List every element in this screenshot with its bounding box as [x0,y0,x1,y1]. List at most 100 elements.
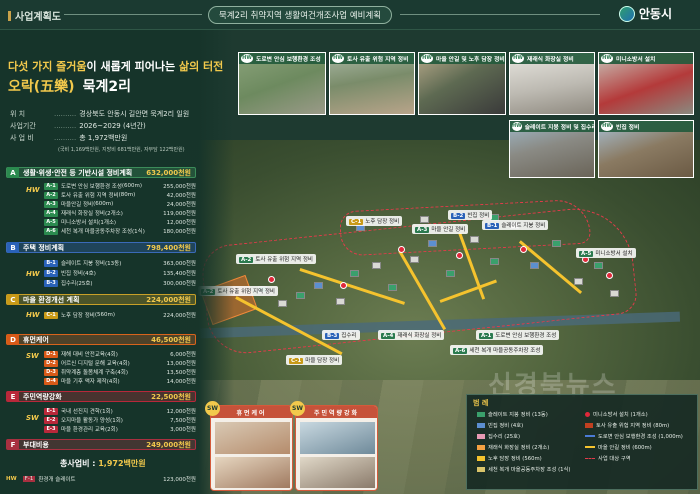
item-a4: A-4 재래식 화장실 정비 (2개소) 119,000천원 [44,209,196,217]
photo-slate-roof: HW 슬레이트 지붕 정비 및 집수리 [509,120,595,178]
legend-item: 미니소방서 설치 (1개소) [585,410,648,418]
category-f: F 부대비용 249,000천원 [6,439,196,450]
map-label-a5: A-5 미니소방서 설치 [576,248,636,258]
house [410,256,419,263]
item-d3: D-3 취약계층 돌봄체계 구축 (4회) 13,500천원 [44,368,196,376]
hw-tag: HW [26,186,40,194]
legend-item: 노후 담장 정비 (560m) [477,454,542,462]
house-vacant [314,282,323,289]
info-location: 위 치.......... 경상북도 안동시 길안면 묵계2리 일원 [10,110,190,118]
category-d: D 휴먼케어 46,500천원 [6,334,196,345]
item-d4: D-4 마을 기후 액자 제작 (4회) 14,000천원 [44,377,196,385]
item-b2: B-2 빈집 정비 (4호) 135,400천원 [44,269,196,277]
fire-station-pin [398,246,405,253]
legend-item: 토사 유출 위험 지역 정비 (80m) [585,421,669,429]
sw-tag: SW [26,414,39,422]
headline-village: 오락(五樂) 묵계2리 [8,79,131,95]
legend-swatch [585,411,590,417]
map-label-a1: A-1 도로변 안심 보행환경 조성 [476,330,560,340]
legend-item: 재래식 화장실 정비 (2개소) [477,443,549,451]
item-a6: A-6 세천 복개 마을공동주차장 조성 (1식) 180,000천원 [44,227,196,235]
legend-swatch [585,446,595,448]
legend-swatch [477,433,485,439]
map-label-b2: B-2 빈집 정비 [448,210,493,220]
item-d1: D-1 재해 대비 안전교육 (4회) 6,000천원 [44,350,196,358]
legend-swatch [477,411,485,417]
item-a3: A-3 마을안길 정비 (600m) 24,000천원 [44,200,196,208]
fire-station-pin [456,252,463,259]
category-e: E 주민역량강화 22,500천원 [6,391,196,402]
fire-station-pin [268,276,275,283]
legend-item: 세천 복개 마을공동주차장 조성 (1식) [477,465,570,473]
photo-landslide: HW 토사 유출 위험 지역 정비 [329,52,415,115]
info-budget: 사 업 비.......... 총 1,972백만원 [10,134,128,142]
item-a1: A-1 도로변 안심 보행환경 조성 (600m) 255,000천원 [44,182,196,190]
legend-swatch [585,457,595,459]
item-b3: B-3 집수리 (25호) 300,000천원 [44,279,196,287]
legend-title: 범 례 [473,399,489,407]
headline-tagline: 다섯 가지 즐거움이 새롭게 피어나는 삶의 터전 [8,60,224,73]
legend: 범 례 슬레이트 지붕 정비 (13동) 빈집 정비 (4호) 집수리 (25호… [466,394,698,490]
map-label-b3: B-3 집수리 [322,330,360,340]
house [420,216,429,223]
header: 사업계획도 묵계2리 취약지역 생활여건개조사업 예비계획 안동시 [0,0,700,30]
capacity-photo [300,422,375,454]
legend-item: 마을 안길 정비 (600m) [585,443,652,451]
legend-swatch [477,466,485,472]
sw-tag: SW [26,352,39,360]
city-logo: 안동시 [618,5,672,22]
house [278,300,287,307]
sw-badge: SW [205,401,220,416]
photo-alley-wall: HW 마을 안길 및 노후 담장 정비 [418,52,506,115]
fire-station-pin [606,272,613,279]
info-period: 사업기간.......... 2026~2029 (4년간) [10,122,146,130]
legend-item: 집수리 (25호) [477,432,520,440]
sw-humancare-box: 휴먼케어 [210,405,293,491]
header-rule-left [64,14,202,15]
humancare-photo [215,457,290,488]
bottom-row: HW F-1 환경개 슬레이트 123,000천원 [6,476,196,483]
map-label-road: A-3 마을 안길 정비 [412,224,469,234]
hw-tag: HW [26,311,40,319]
map-label-a6: A-6 세천 복개 마을공동주차장 조성 [450,345,544,355]
category-a: A 생활·위생·안전 등 기반시설 정비계획 632,000천원 [6,167,196,178]
map-label-b1: B-1 슬레이트 지붕 정비 [482,220,549,230]
legend-swatch [477,444,485,450]
sw-capacity-box: 주민역량강화 [295,405,378,491]
item-d2: D-2 어르신 디지털 문해 교육 (4회) 13,000천원 [44,359,196,367]
house [574,278,583,285]
city-emblem-icon [618,5,635,22]
plan-page: A-2토사 유출 위험 지역 정비 A-2토사 유출 위험 지역 정비 C-1노… [0,0,700,494]
hw-tag: HW [26,270,40,278]
item-b1: B-1 슬레이트 지붕 정비 (13동) 363,000천원 [44,259,196,267]
legend-item: 빈집 정비 (4호) [477,421,523,429]
photo-fire-station: HW 미니소방서 설치 [598,52,694,115]
category-b: B 주택 정비계획 798,400천원 [6,242,196,253]
legend-swatch [477,455,485,461]
house [470,236,479,243]
house-slate [594,262,603,269]
item-a2: A-2 토사 유출 위험 지역 정비 (80m) 42,000천원 [44,191,196,199]
sw-badge: SW [290,401,305,416]
total-budget: 총사업비 : 1,972백만원 [60,459,146,468]
item-e1: E-1 국내 선진지 견학 (1회) 12,000천원 [44,407,196,415]
fire-station-pin [520,246,527,253]
header-rule-right [400,14,600,15]
house-slate [296,292,305,299]
house [336,298,345,305]
house-slate [388,284,397,291]
map-label-a2-top: A-2 토사 유출 위험 지역 정비 [236,254,316,264]
legend-item: 슬레이트 지붕 정비 (13동) [477,410,548,418]
house-slate [552,240,561,247]
capacity-photo [300,457,375,488]
legend-swatch [585,422,593,428]
photo-vacant-house: HW 빈집 정비 [598,120,694,178]
map-label-c1-low: C-1 마을 담장 정비 [286,355,343,365]
section-title: 사업계획도 [8,8,61,23]
legend-item: 사업 대상 구역 [585,454,631,462]
funding-note: (국비 1,169백만원, 지방비 681백만원, 자부담 122백만원) [58,147,185,153]
legend-swatch [477,422,485,428]
item-e2: E-2 오지마을 활동가 양성 (1회) 7,500천원 [44,416,196,424]
category-c: C 마을 환경개선 계획 224,000천원 [6,294,196,305]
city-logo-text: 안동시 [638,7,672,21]
